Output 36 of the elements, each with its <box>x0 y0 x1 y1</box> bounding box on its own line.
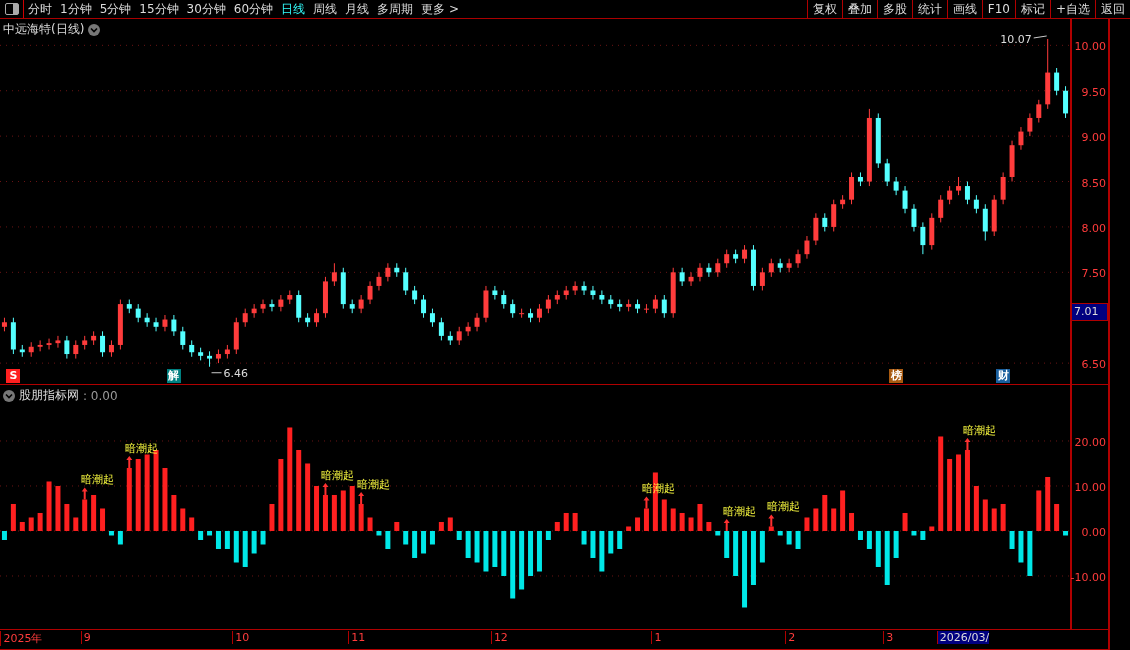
axis-label: 0.00 <box>1081 526 1106 539</box>
date-label: 10 <box>232 631 250 644</box>
price-tag: 7.01 <box>1071 303 1108 321</box>
chart-title: 中远海特(日线) <box>3 21 85 38</box>
date-label: 2026/03/ <box>936 631 990 644</box>
date-label: 9 <box>80 631 91 644</box>
date-label: 2 <box>785 631 796 644</box>
axis-label: 10.00 <box>1074 481 1106 494</box>
date-label: 11 <box>348 631 366 644</box>
date-label: 12 <box>490 631 508 644</box>
event-marker[interactable]: 解 <box>166 369 181 383</box>
signal-label: 暗潮起 <box>125 442 159 455</box>
axis-label: 8.00 <box>1081 221 1106 235</box>
axis-label: 20.00 <box>1074 436 1106 449</box>
signal-label: 暗潮起 <box>357 478 391 491</box>
date-label: 2025年 <box>0 631 43 646</box>
low-price-label: 6.46 <box>223 366 249 380</box>
date-label: 1 <box>651 631 662 644</box>
event-marker[interactable]: S <box>6 369 21 383</box>
axis-label: 6.50 <box>1081 358 1106 372</box>
high-price-label: 10.07 <box>1000 33 1032 46</box>
axis-label: 7.50 <box>1081 267 1106 281</box>
signal-label: 暗潮起 <box>963 424 997 437</box>
indicator-value: : 0.00 <box>83 388 118 403</box>
signal-label: 暗潮起 <box>767 500 801 514</box>
signal-label: 暗潮起 <box>722 505 756 518</box>
axis-label: 10.00 <box>1074 40 1106 54</box>
axis-label: 9.00 <box>1081 131 1106 145</box>
indicator-name: 股朋指标网 <box>19 387 79 404</box>
axis-label: 9.50 <box>1081 85 1106 99</box>
date-label: 3 <box>883 631 894 644</box>
signal-label: 暗潮起 <box>80 473 114 487</box>
event-marker[interactable]: 财 <box>996 369 1011 383</box>
axis-label: 8.50 <box>1081 176 1106 190</box>
event-marker[interactable]: 榜 <box>889 369 904 383</box>
signal-label: 暗潮起 <box>321 469 355 482</box>
